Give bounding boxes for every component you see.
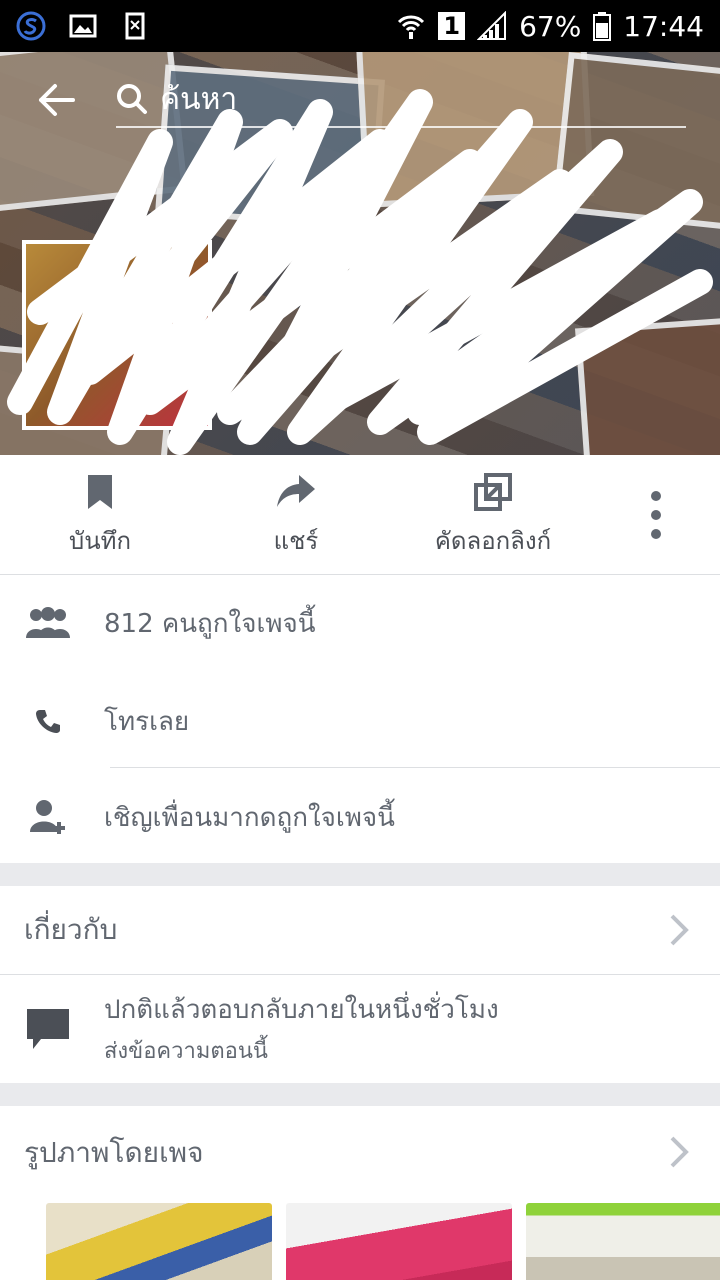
share-button[interactable]: แชร์ [236,473,356,560]
screenshot-icon [125,12,145,40]
chevron-right-icon [670,1136,689,1168]
save-button[interactable]: บันทึก [40,473,160,560]
status-bar: 1 67% 17:44 [0,0,720,52]
message-row[interactable]: ปกติแล้วตอบกลับภายในหนึ่งชั่วโมง ส่งข้อค… [0,975,720,1083]
top-toolbar [0,52,720,148]
copy-link-icon [474,473,512,511]
send-message-link[interactable]: ส่งข้อความตอนนี้ [104,1033,268,1068]
search-icon [117,84,147,114]
about-header[interactable]: เกี่ยวกับ [0,886,720,974]
people-icon [26,601,70,645]
add-person-icon [26,795,70,839]
page-actions: บันทึก แชร์ คัดลอกลิงก์ [0,455,720,575]
invite-friends-row[interactable]: เชิญเพื่อนมากดถูกใจเพจนี้ [0,769,720,865]
call-row[interactable]: โทรเลย [0,673,720,769]
page-info-section: 812 คนถูกใจเพจนี้ โทรเลย เชิญเพื่อนมากดถ… [0,575,720,863]
phone-icon [26,699,70,743]
chevron-right-icon [670,914,689,946]
likes-row[interactable]: 812 คนถูกใจเพจนี้ [0,575,720,671]
more-options-button[interactable] [640,491,672,539]
battery-icon [593,12,612,41]
photos-section: รูปภาพโดยเพจ [0,1106,720,1280]
message-icon [24,1007,72,1051]
about-section: เกี่ยวกับ ปกติแล้วตอบกลับภายในหนึ่งชั่วโ… [0,886,720,1083]
search-input[interactable] [160,81,660,117]
wifi-icon [398,15,425,39]
share-label: แชร์ [273,527,319,555]
battery-percent: 67% [519,9,582,43]
bookmark-icon [88,475,112,509]
back-arrow-icon [39,84,75,116]
divider [110,767,720,768]
photo-thumbnail[interactable] [286,1203,512,1280]
app-s-icon [16,11,46,41]
sim-indicator: 1 [438,12,466,40]
copy-link-label: คัดลอกลิงก์ [434,527,552,555]
invite-text: เชิญเพื่อนมากดถูกใจเพจนี้ [104,802,395,833]
clock: 17:44 [623,9,704,43]
more-dot-icon [651,510,661,520]
signal-icon [477,11,507,40]
response-time-text: ปกติแล้วตอบกลับภายในหนึ่งชั่วโมง [104,995,499,1025]
gallery-icon [69,14,97,38]
photos-title: รูปภาพโดยเพจ [24,1136,204,1169]
photo-thumbnail[interactable] [46,1203,272,1280]
call-text: โทรเลย [104,706,190,737]
save-label: บันทึก [69,527,131,555]
likes-text: 812 คนถูกใจเพจนี้ [104,608,316,639]
copy-link-button[interactable]: คัดลอกลิงก์ [420,473,566,560]
more-dot-icon [651,529,661,539]
photo-thumbnail[interactable] [526,1203,720,1280]
search-bar[interactable] [116,72,686,128]
back-button[interactable] [36,80,76,120]
about-title: เกี่ยวกับ [24,913,118,946]
share-icon [277,475,315,507]
more-dot-icon [651,491,661,501]
photos-header[interactable]: รูปภาพโดยเพจ [0,1106,720,1200]
